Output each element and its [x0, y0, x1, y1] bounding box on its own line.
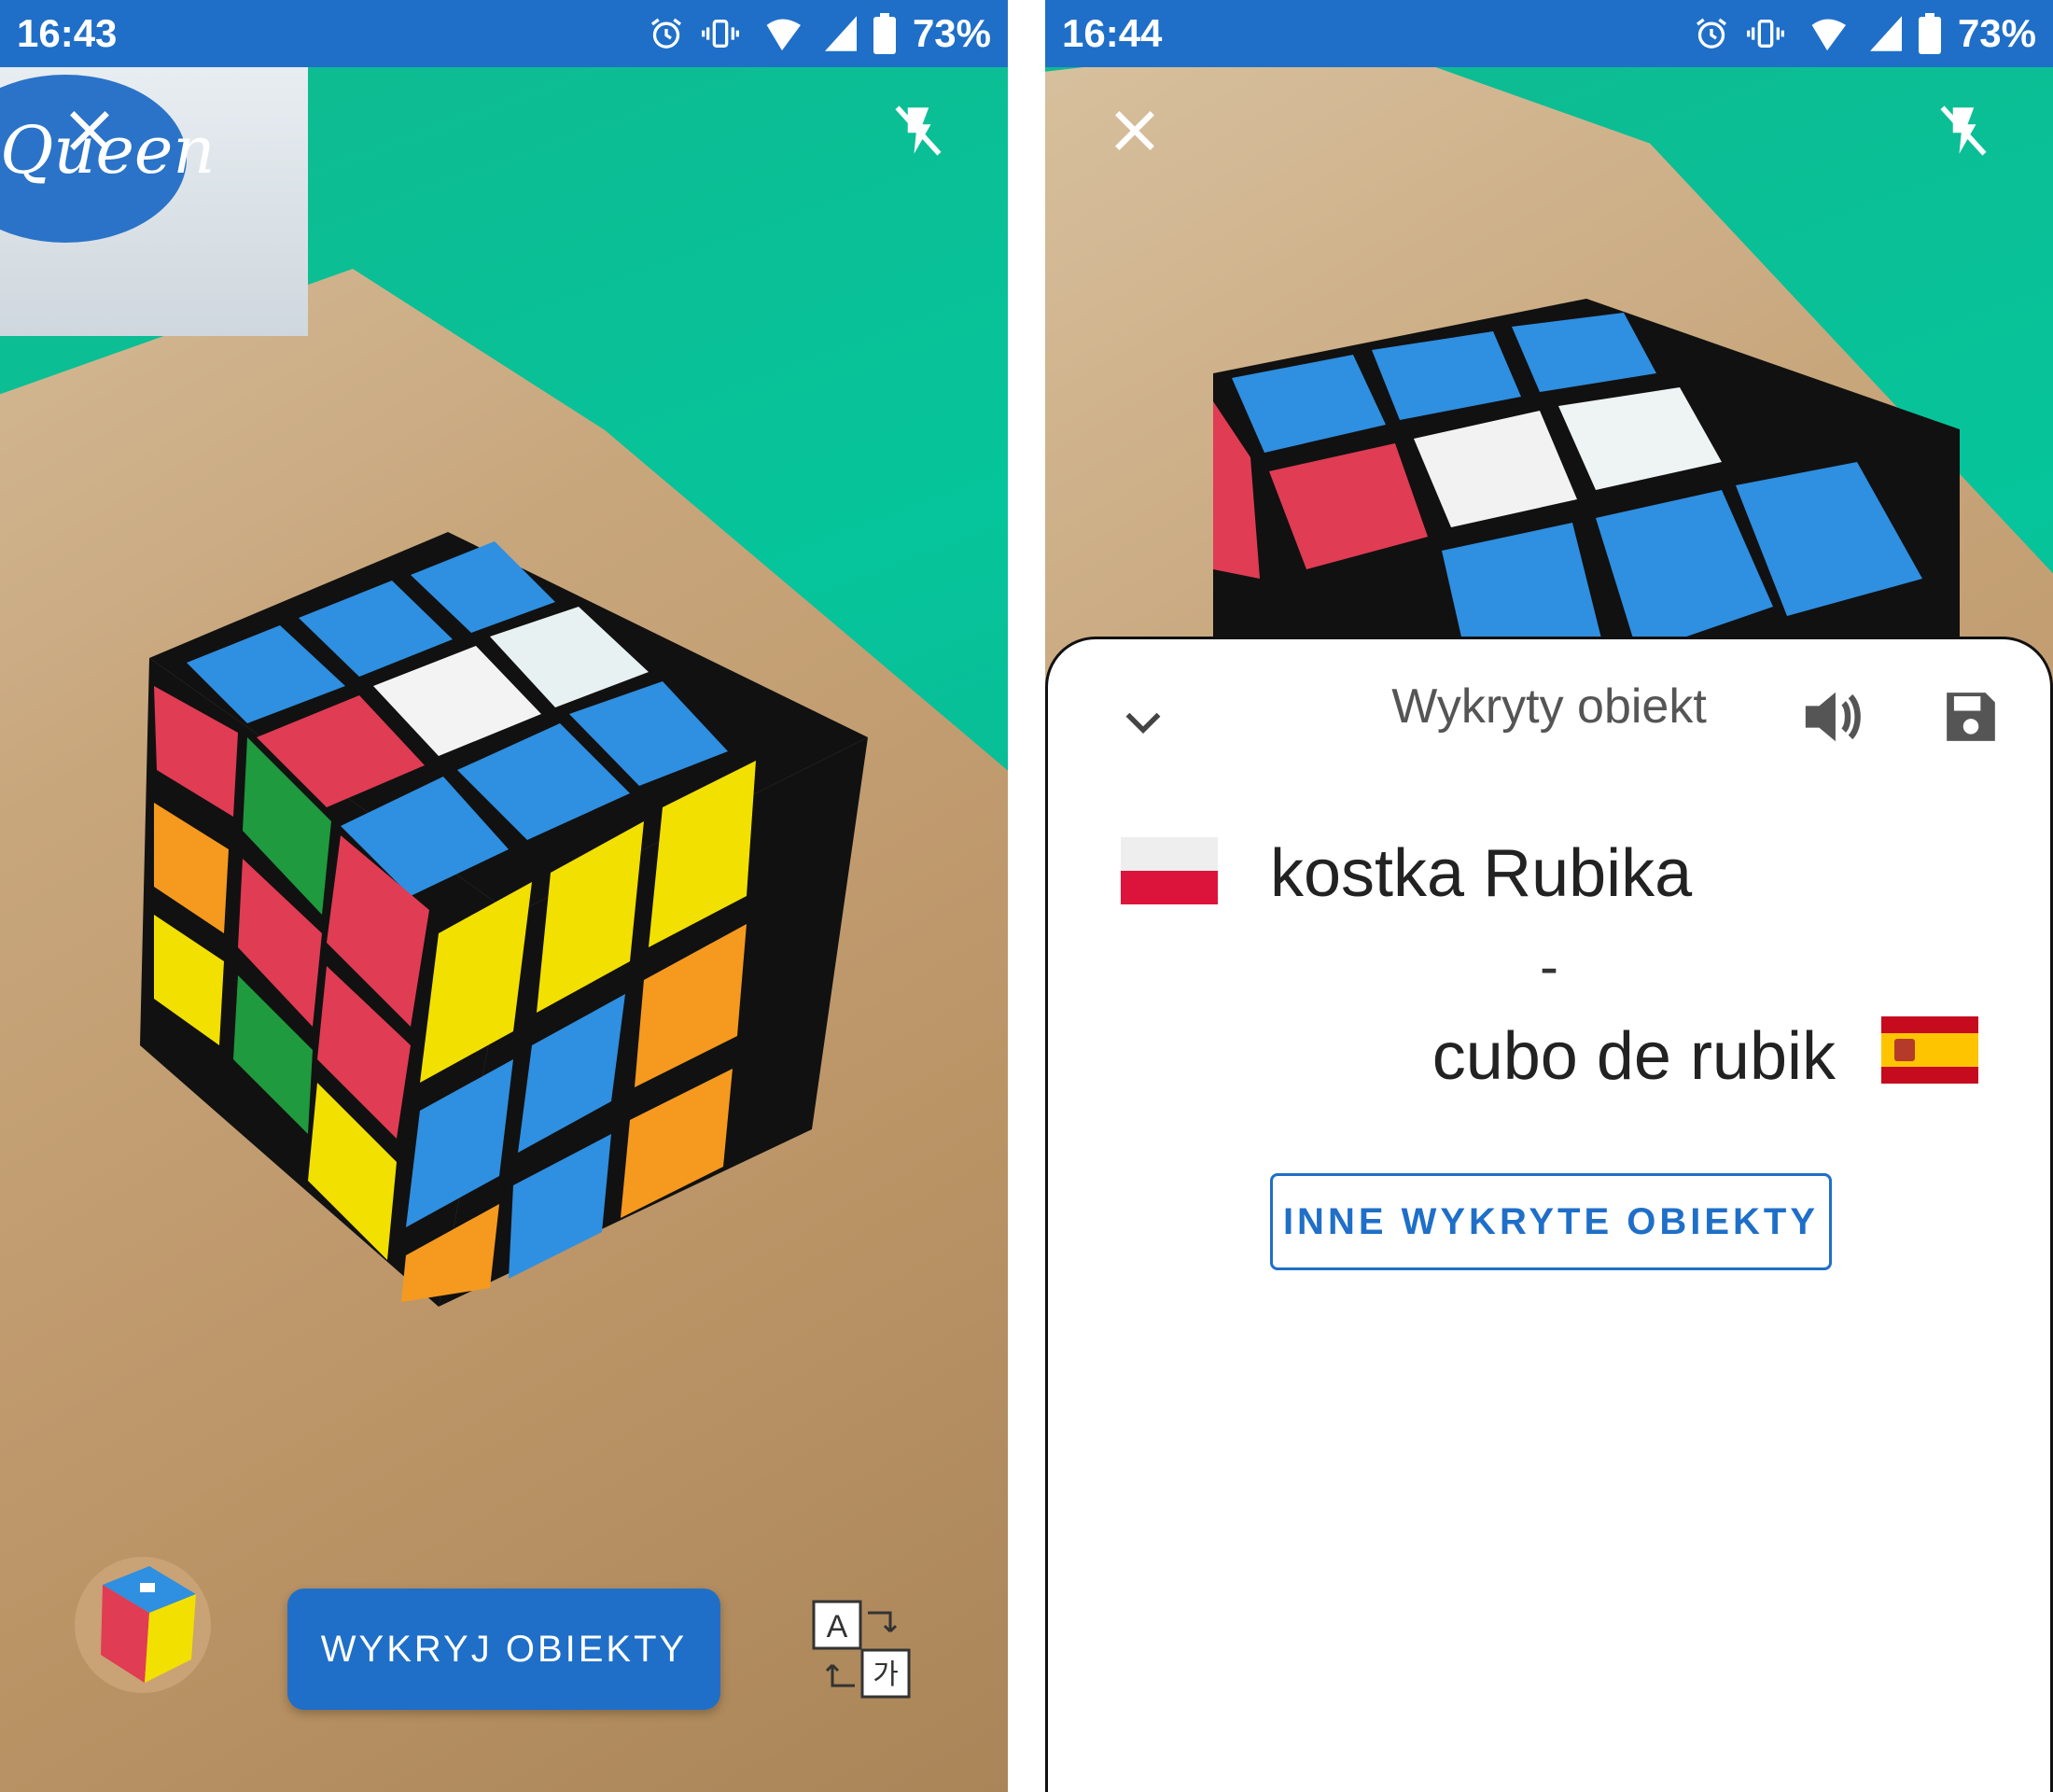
close-button[interactable]	[52, 93, 127, 168]
svg-text:가: 가	[873, 1659, 899, 1691]
close-icon	[70, 111, 109, 150]
status-icons: 73%	[648, 9, 991, 58]
camera-screen: Queen 16:43 73% WYKRYJ OBIEKTY A 가	[0, 0, 1008, 1792]
close-button[interactable]	[1097, 93, 1172, 168]
wifi-icon	[756, 15, 808, 52]
flash-off-icon	[1940, 105, 1987, 156]
status-bar: 16:43 73%	[0, 0, 1008, 67]
battery-icon	[1918, 13, 1941, 54]
speaker-icon	[1805, 692, 1861, 742]
close-icon	[1115, 111, 1154, 150]
status-bar: 16:44 73%	[1045, 0, 2053, 67]
vibrate-icon	[1746, 15, 1784, 52]
status-time: 16:44	[1062, 11, 1163, 55]
alarm-icon	[1693, 15, 1730, 52]
source-word: kostka Rubika	[1270, 836, 1693, 911]
save-button[interactable]	[1931, 677, 2011, 757]
rubik-cube	[1213, 299, 1960, 653]
status-time: 16:43	[17, 11, 118, 55]
battery-percent: 73%	[912, 11, 991, 55]
other-detected-objects-button[interactable]: INNE WYKRYTE OBIEKTY	[1270, 1173, 1832, 1270]
captured-thumbnail[interactable]	[75, 1557, 211, 1693]
camera-preview: Queen	[0, 0, 1008, 1792]
detected-object-sheet: Wykryty obiekt kostka Rubika - cubo de r…	[1045, 637, 2053, 1792]
translation-separator: -	[1540, 935, 1558, 998]
background-box: Queen	[0, 56, 308, 336]
polish-flag-icon	[1121, 837, 1218, 904]
status-icons: 73%	[1693, 9, 2036, 58]
battery-icon	[873, 13, 896, 54]
signal-icon	[1869, 15, 1902, 52]
translate-icon: A 가	[812, 1600, 911, 1699]
signal-icon	[824, 15, 857, 52]
translate-mode-button[interactable]: A 가	[810, 1598, 913, 1701]
battery-percent: 73%	[1957, 11, 2036, 55]
flash-toggle-button[interactable]	[1926, 93, 2001, 168]
svg-text:A: A	[827, 1609, 848, 1645]
speak-button[interactable]	[1793, 677, 1873, 757]
result-screen: 16:44 73% Wykryty obiekt kostka Rubika -…	[1045, 0, 2053, 1792]
rubik-cube-drawing	[140, 532, 868, 1307]
wifi-icon	[1801, 15, 1853, 52]
cube-thumbnail-image	[101, 1566, 196, 1683]
rubik-cube	[140, 523, 868, 1307]
vibrate-icon	[701, 15, 739, 52]
spanish-flag-icon	[1881, 1016, 1978, 1084]
sheet-title: Wykryty obiekt	[1391, 679, 1707, 734]
rubik-cube-drawing	[1213, 299, 1960, 653]
flash-off-icon	[895, 105, 942, 156]
translated-word: cubo de rubik	[1432, 1019, 1836, 1094]
detect-objects-button[interactable]: WYKRYJ OBIEKTY	[287, 1589, 720, 1710]
alarm-icon	[648, 15, 685, 52]
save-icon	[1947, 693, 1995, 741]
flash-toggle-button[interactable]	[881, 93, 956, 168]
